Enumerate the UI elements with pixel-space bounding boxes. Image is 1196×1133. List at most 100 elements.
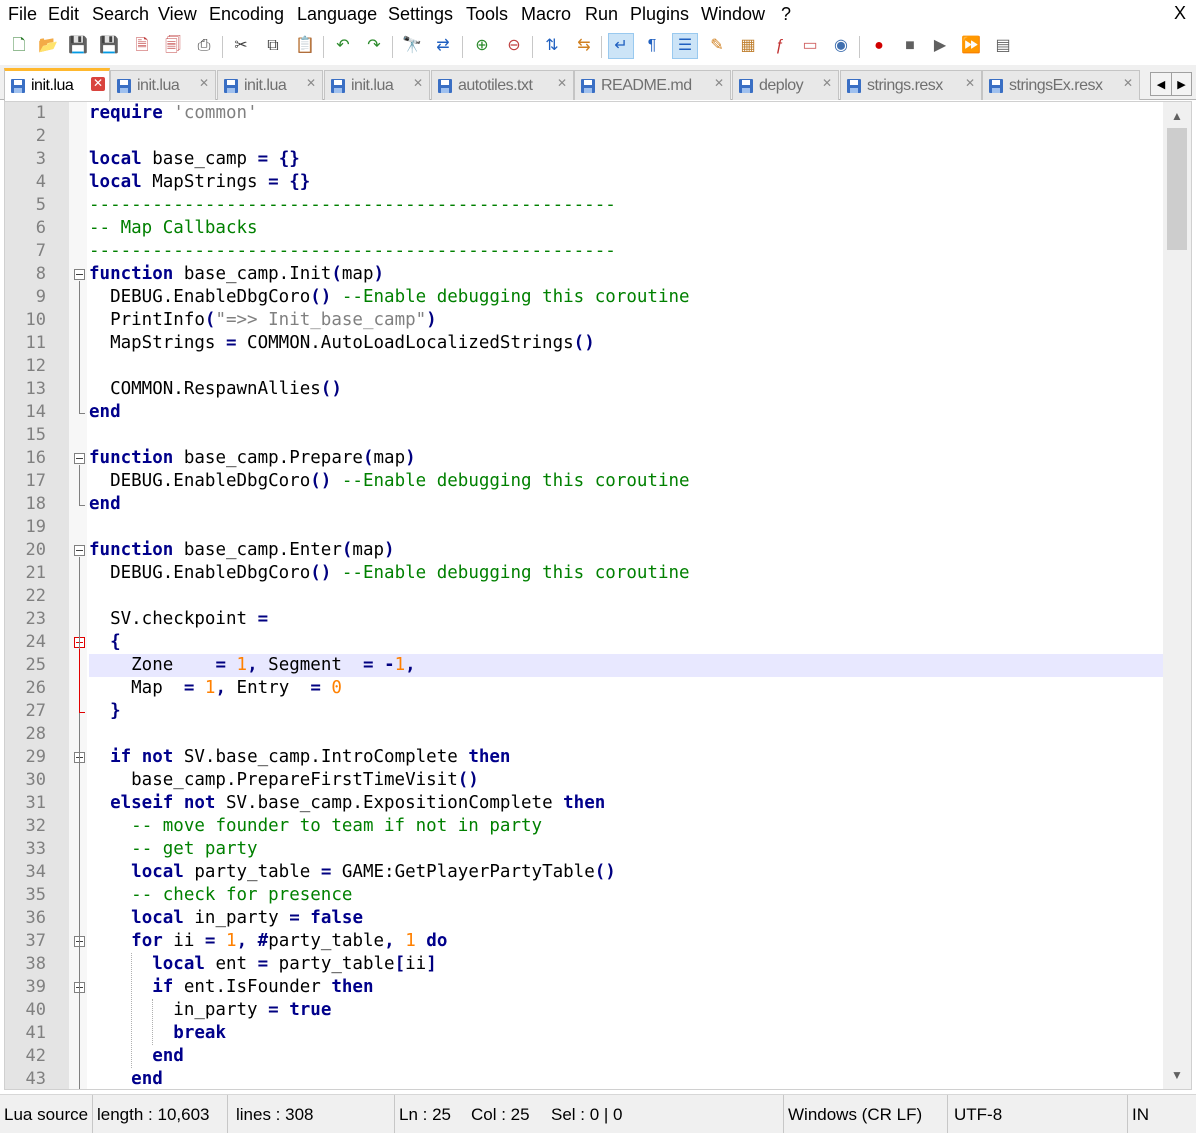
fold-margin[interactable]: [69, 102, 87, 1089]
fold-toggle-icon[interactable]: [74, 453, 85, 464]
save-all-icon[interactable]: 💾: [96, 33, 122, 59]
tab-close-icon[interactable]: ✕: [963, 77, 977, 91]
replace-icon[interactable]: ⇄: [430, 33, 456, 59]
code-line[interactable]: [89, 516, 1165, 539]
menu-view[interactable]: View: [158, 4, 197, 25]
zoom-out-icon[interactable]: ⊖: [501, 33, 527, 59]
status-eol[interactable]: Windows (CR LF): [784, 1095, 948, 1133]
user-language-icon[interactable]: ✎: [704, 33, 730, 59]
tab-close-icon[interactable]: ✕: [820, 77, 834, 91]
show-all-characters-icon[interactable]: ¶: [639, 33, 665, 59]
cut-icon[interactable]: ✂: [228, 33, 254, 59]
run-macro-multiple-icon[interactable]: ⏩: [958, 33, 984, 59]
folder-workspace-icon[interactable]: ▭: [797, 33, 823, 59]
code-line[interactable]: SV.checkpoint =: [89, 608, 1165, 631]
menu-encoding[interactable]: Encoding: [209, 4, 284, 25]
scrollbar-thumb[interactable]: [1167, 128, 1187, 250]
code-line[interactable]: ----------------------------------------…: [89, 194, 1165, 217]
scroll-up-icon[interactable]: ▲: [1163, 104, 1191, 128]
function-list-icon[interactable]: ƒ: [767, 33, 793, 59]
close-icon[interactable]: 🗎: [129, 33, 155, 59]
code-line[interactable]: -- get party: [89, 838, 1165, 861]
code-line[interactable]: MapStrings = COMMON.AutoLoadLocalizedStr…: [89, 332, 1165, 355]
code-line[interactable]: in_party = true: [89, 999, 1165, 1022]
code-line[interactable]: {: [89, 631, 1165, 654]
status-encoding[interactable]: UTF-8: [950, 1095, 1128, 1133]
new-file-icon[interactable]: 🗋: [6, 33, 32, 59]
fold-toggle-icon[interactable]: [74, 269, 85, 280]
code-line[interactable]: local party_table = GAME:GetPlayerPartyT…: [89, 861, 1165, 884]
tab-strings-resx[interactable]: strings.resx ✕: [840, 70, 982, 100]
code-line[interactable]: }: [89, 700, 1165, 723]
print-icon[interactable]: ⎙: [191, 33, 217, 59]
tab-close-icon[interactable]: ✕: [197, 77, 211, 91]
code-line[interactable]: [89, 355, 1165, 378]
code-line[interactable]: for ii = 1, #party_table, 1 do: [89, 930, 1165, 953]
find-icon[interactable]: 🔭: [399, 33, 425, 59]
scroll-down-icon[interactable]: ▼: [1163, 1063, 1191, 1087]
close-document-button[interactable]: X: [1174, 3, 1186, 24]
code-line[interactable]: break: [89, 1022, 1165, 1045]
code-line[interactable]: DEBUG.EnableDbgCoro() --Enable debugging…: [89, 562, 1165, 585]
undo-icon[interactable]: ↶: [330, 33, 356, 59]
fold-toggle-icon[interactable]: [74, 545, 85, 556]
menu-language[interactable]: Language: [297, 4, 377, 25]
code-line[interactable]: -- move founder to team if not in party: [89, 815, 1165, 838]
code-line[interactable]: function base_camp.Init(map): [89, 263, 1165, 286]
code-line[interactable]: local MapStrings = {}: [89, 171, 1165, 194]
code-line[interactable]: -- check for presence: [89, 884, 1165, 907]
code-editor[interactable]: 1 2 3 4 5 6 7 8 9 10 11 12 13 14 15 16 17 18 19 20 21 22 23 24 2…: [4, 101, 1192, 1090]
menu-file[interactable]: File: [8, 4, 37, 25]
save-macro-icon[interactable]: ▤: [990, 33, 1016, 59]
code-line[interactable]: end: [89, 1045, 1165, 1068]
code-line[interactable]: [89, 125, 1165, 148]
vertical-scrollbar[interactable]: ▲ ▼: [1163, 102, 1191, 1089]
code-line[interactable]: end: [89, 493, 1165, 516]
menu-edit[interactable]: Edit: [48, 4, 79, 25]
sync-horizontal-icon[interactable]: ⇆: [571, 33, 597, 59]
tab-close-icon[interactable]: ✕: [1121, 77, 1135, 91]
code-line[interactable]: DEBUG.EnableDbgCoro() --Enable debugging…: [89, 286, 1165, 309]
open-file-icon[interactable]: 📂: [35, 33, 61, 59]
zoom-in-icon[interactable]: ⊕: [469, 33, 495, 59]
menu-search[interactable]: Search: [92, 4, 149, 25]
code-line[interactable]: end: [89, 401, 1165, 424]
menu-run[interactable]: Run: [585, 4, 618, 25]
menu-macro[interactable]: Macro: [521, 4, 571, 25]
close-all-icon[interactable]: 🗐: [160, 33, 186, 59]
sync-vertical-icon[interactable]: ⇅: [539, 33, 565, 59]
play-macro-icon[interactable]: ▶: [927, 33, 953, 59]
word-wrap-icon[interactable]: ↵: [608, 33, 634, 59]
code-line[interactable]: base_camp.PrepareFirstTimeVisit(): [89, 769, 1165, 792]
tab-close-icon[interactable]: ✕: [555, 77, 569, 91]
copy-icon[interactable]: ⧉: [260, 33, 286, 59]
code-line[interactable]: [89, 723, 1165, 746]
tab-close-icon[interactable]: ✕: [91, 77, 105, 91]
code-line[interactable]: if not SV.base_camp.IntroComplete then: [89, 746, 1165, 769]
tab-scroll-right-icon[interactable]: ▶: [1171, 73, 1191, 95]
menu-settings[interactable]: Settings: [388, 4, 453, 25]
indent-guide-icon[interactable]: ☰: [672, 33, 698, 59]
code-line[interactable]: ----------------------------------------…: [89, 240, 1165, 263]
code-line[interactable]: PrintInfo("=>> Init_base_camp"): [89, 309, 1165, 332]
tab-readme-md[interactable]: README.md ✕: [574, 70, 731, 100]
tab-init-lua[interactable]: init.lua ✕: [217, 70, 323, 100]
code-line[interactable]: function base_camp.Prepare(map): [89, 447, 1165, 470]
menu-window[interactable]: Window: [701, 4, 765, 25]
tab-stringsex-resx[interactable]: stringsEx.resx ✕: [982, 70, 1140, 100]
code-line[interactable]: function base_camp.Enter(map): [89, 539, 1165, 562]
tab-scroll-arrows[interactable]: ◀ ▶: [1150, 72, 1192, 96]
redo-icon[interactable]: ↷: [361, 33, 387, 59]
tab-close-icon[interactable]: ✕: [411, 77, 425, 91]
tab-init-lua[interactable]: init.lua ✕: [4, 68, 110, 101]
monitoring-icon[interactable]: ◉: [828, 33, 854, 59]
save-icon[interactable]: 💾: [65, 33, 91, 59]
tab-init-lua[interactable]: init.lua ✕: [324, 70, 430, 100]
tab-autotiles-txt[interactable]: autotiles.txt ✕: [431, 70, 574, 100]
code-line[interactable]: DEBUG.EnableDbgCoro() --Enable debugging…: [89, 470, 1165, 493]
menu-tools[interactable]: Tools: [466, 4, 508, 25]
document-map-icon[interactable]: ▦: [735, 33, 761, 59]
code-line[interactable]: local base_camp = {}: [89, 148, 1165, 171]
code-line[interactable]: -- Map Callbacks: [89, 217, 1165, 240]
tab-close-icon[interactable]: ✕: [712, 77, 726, 91]
